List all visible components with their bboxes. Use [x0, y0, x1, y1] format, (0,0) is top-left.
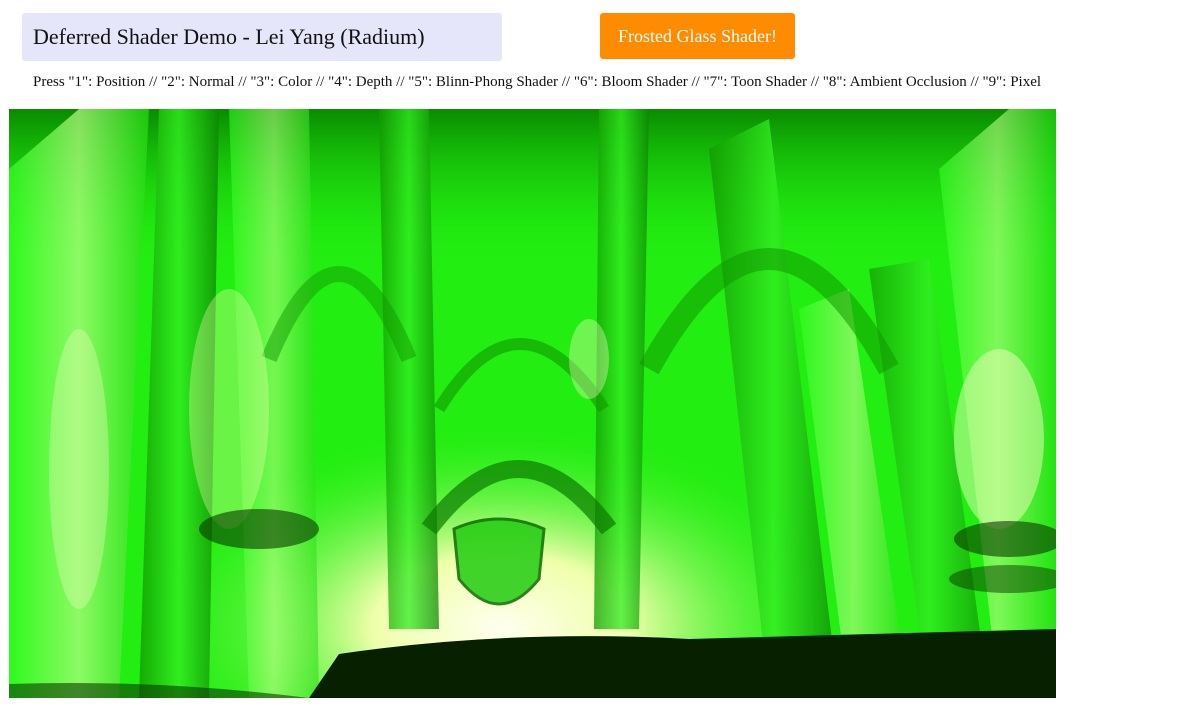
page-title: Deferred Shader Demo - Lei Yang (Radium): [22, 13, 502, 61]
keyboard-instructions: Press "1": Position // "2": Normal // "3…: [33, 74, 1042, 90]
render-canvas[interactable]: [9, 109, 1056, 698]
rendered-scene-image: [9, 109, 1056, 698]
frosted-glass-shader-button[interactable]: Frosted Glass Shader!: [600, 13, 795, 59]
